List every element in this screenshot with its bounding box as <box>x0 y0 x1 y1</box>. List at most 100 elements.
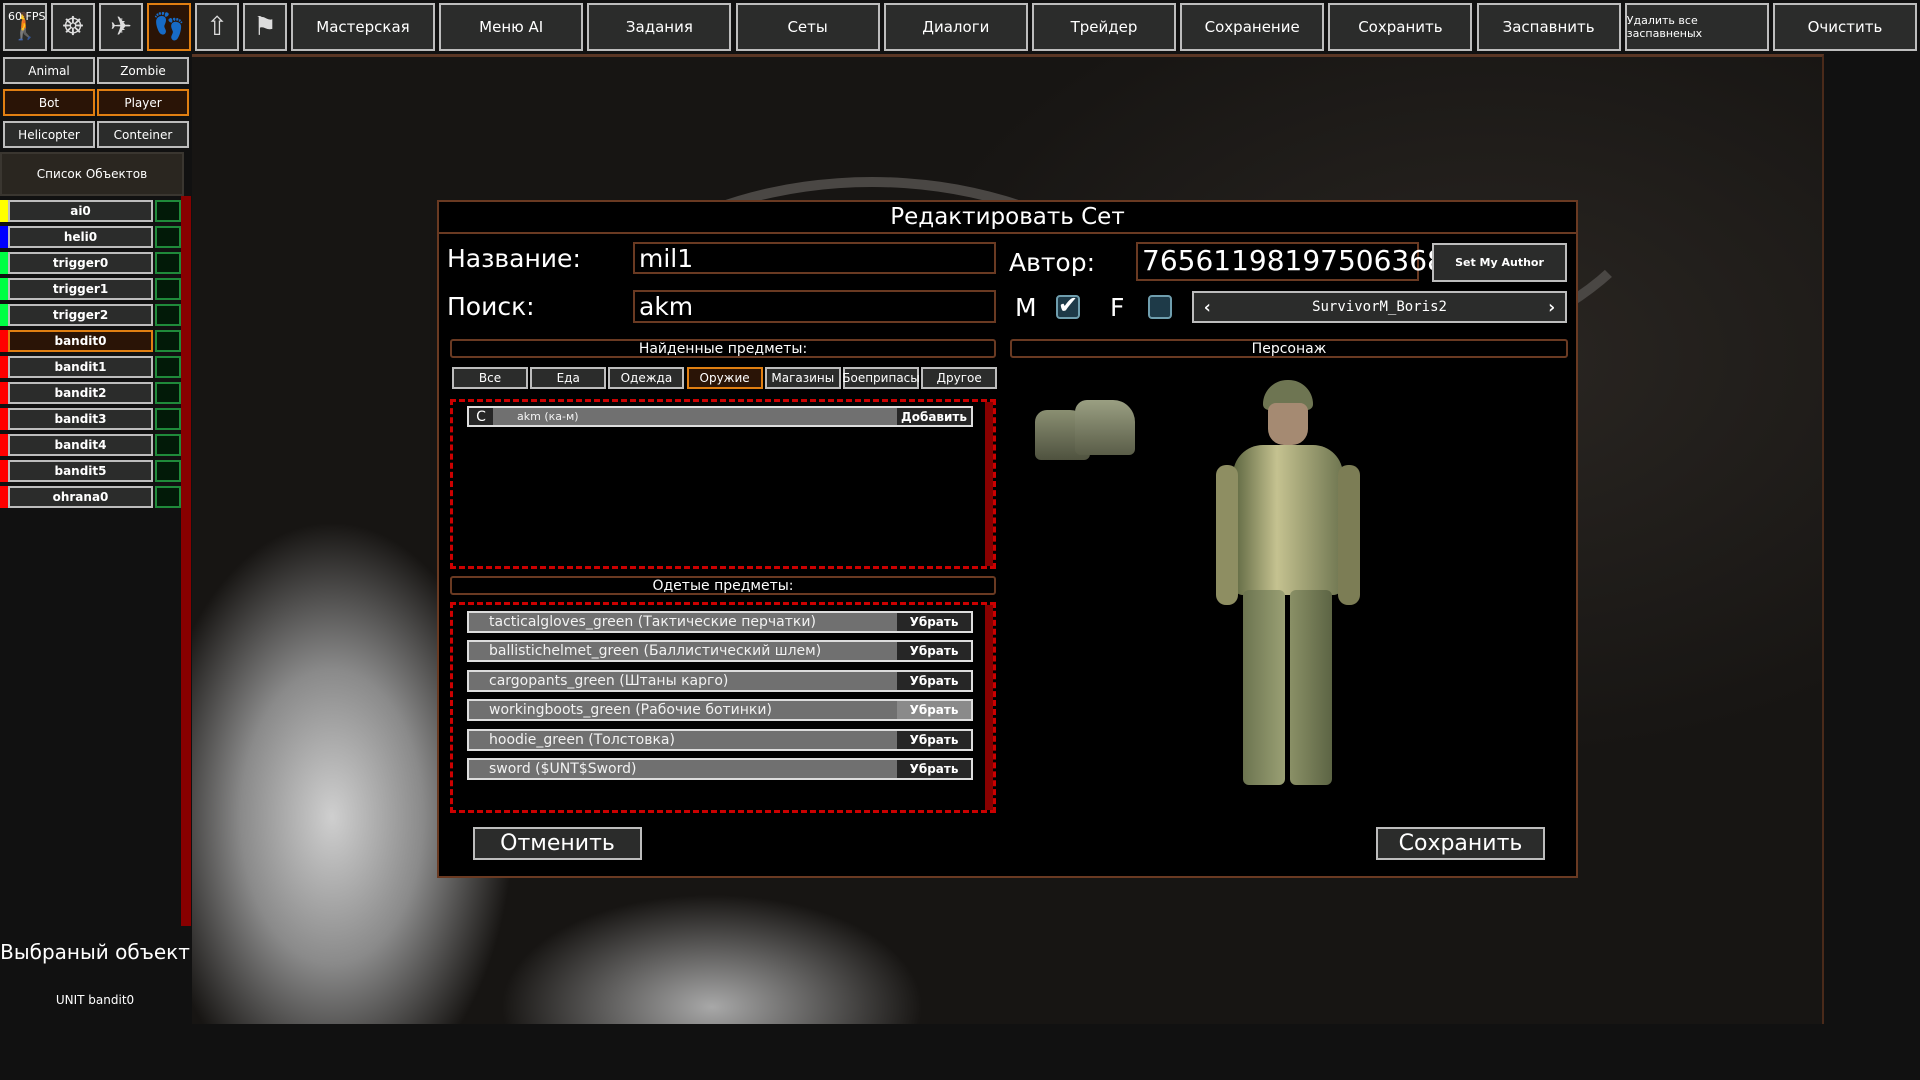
object-select-button[interactable]: bandit2 <box>8 382 153 404</box>
tab-6[interactable]: Другое <box>921 367 998 389</box>
filter-animal[interactable]: Animal <box>3 57 95 84</box>
found-item-row: C akm (ка-м) Добавить <box>467 406 973 427</box>
item-name: hoodie_green (Толстовка) <box>489 731 675 748</box>
object-list-item: bandit5 <box>0 460 181 482</box>
object-visibility-toggle[interactable] <box>155 304 181 326</box>
equipped-item-row: hoodie_green (Толстовка) Убрать <box>467 728 973 751</box>
object-select-button[interactable]: bandit0 <box>8 330 153 352</box>
toolbar-button[interactable]: Сохранение <box>1180 3 1325 51</box>
object-list-title: Список Объектов <box>0 152 184 196</box>
item-name: sword ($UNT$Sword) <box>489 761 637 777</box>
item-name: akm (ка-м) <box>517 410 579 423</box>
object-color-marker <box>0 486 8 508</box>
equipped-items-scrollbar[interactable] <box>985 605 993 810</box>
toolbar-button[interactable]: Очистить <box>1773 3 1917 51</box>
object-visibility-toggle[interactable] <box>155 434 181 456</box>
object-visibility-toggle[interactable] <box>155 486 181 508</box>
equipped-item-row: sword ($UNT$Sword) Убрать <box>467 758 973 780</box>
set-my-author-button[interactable]: Set My Author <box>1432 243 1567 282</box>
object-select-button[interactable]: bandit4 <box>8 434 153 456</box>
helicopter-tool-button[interactable]: ✈ <box>99 3 143 51</box>
character-selector[interactable]: ‹ SurvivorM_Boris2 › <box>1192 291 1567 323</box>
filter-conteiner[interactable]: Conteiner <box>97 121 189 148</box>
toolbar-button[interactable]: Задания <box>587 3 732 51</box>
object-color-marker <box>0 252 8 274</box>
character-name: SurvivorM_Boris2 <box>1312 299 1447 315</box>
filter-helicopter[interactable]: Helicopter <box>3 121 95 148</box>
item-name: ballistichelmet_green (Баллистический шл… <box>489 643 822 660</box>
brain-icon: ☸ <box>61 12 85 42</box>
object-visibility-toggle[interactable] <box>155 382 181 404</box>
object-visibility-toggle[interactable] <box>155 330 181 352</box>
object-list-item: trigger2 <box>0 304 181 326</box>
tab-1[interactable]: Еда <box>530 367 607 389</box>
flag-tool-button[interactable]: ⚑ <box>243 3 287 51</box>
object-select-button[interactable]: heli0 <box>8 226 153 248</box>
save-button[interactable]: Сохранить <box>1376 827 1545 860</box>
found-items-scrollbar[interactable] <box>985 402 993 566</box>
object-visibility-toggle[interactable] <box>155 460 181 482</box>
object-visibility-toggle[interactable] <box>155 200 181 222</box>
object-visibility-toggle[interactable] <box>155 356 181 378</box>
tab-4[interactable]: Магазины <box>764 367 841 389</box>
footprints-tool-button[interactable]: 👣 <box>147 3 191 51</box>
fps-counter: 60 FPS <box>8 10 46 23</box>
toolbar-button[interactable]: Меню AI <box>439 3 584 51</box>
filter-player[interactable]: Player <box>97 89 189 116</box>
found-items-list: C akm (ка-м) Добавить <box>450 399 996 569</box>
item-tag: C <box>469 408 493 425</box>
object-list-scrollbar[interactable] <box>181 196 191 926</box>
remove-item-button[interactable]: Убрать <box>897 671 971 690</box>
object-select-button[interactable]: bandit3 <box>8 408 153 430</box>
object-select-button[interactable]: bandit5 <box>8 460 153 482</box>
tab-0[interactable]: Все <box>452 367 528 389</box>
object-visibility-toggle[interactable] <box>155 252 181 274</box>
item-name: cargopants_green (Штаны карго) <box>489 672 729 689</box>
toolbar-button[interactable]: Сеты <box>735 3 880 51</box>
remove-item-button[interactable]: Убрать <box>897 642 971 661</box>
female-label: F <box>1110 293 1125 322</box>
tab-2[interactable]: Одежда <box>608 367 685 389</box>
object-select-button[interactable]: trigger0 <box>8 252 153 274</box>
equipped-items-list: tacticalgloves_green (Тактические перчат… <box>450 602 996 813</box>
object-list-item: trigger1 <box>0 278 181 300</box>
search-input[interactable]: akm <box>633 290 996 323</box>
toolbar-button[interactable]: Заспавнить <box>1476 3 1621 51</box>
boots-preview-image <box>1035 390 1135 465</box>
brain-tool-button[interactable]: ☸ <box>51 3 95 51</box>
tab-5[interactable]: Боеприпасы <box>842 367 920 389</box>
remove-item-button[interactable]: Убрать <box>897 613 971 631</box>
chevron-right-icon[interactable]: › <box>1546 297 1557 318</box>
object-color-marker <box>0 434 8 456</box>
toolbar-button[interactable]: Сохранить <box>1328 3 1473 51</box>
author-label: Автор: <box>1009 248 1095 277</box>
add-item-button[interactable]: Добавить <box>897 408 971 425</box>
footprints-icon: 👣 <box>152 12 186 42</box>
toolbar-button[interactable]: Диалоги <box>883 3 1028 51</box>
object-select-button[interactable]: ai0 <box>8 200 153 222</box>
toolbar-button[interactable]: Удалить все заспавненых <box>1624 3 1769 51</box>
remove-item-button[interactable]: Убрать <box>897 760 971 778</box>
cancel-button[interactable]: Отменить <box>473 827 642 860</box>
box-arrow-tool-button[interactable]: ⇧ <box>195 3 239 51</box>
author-input[interactable]: 76561198197506368 <box>1136 242 1445 281</box>
object-select-button[interactable]: trigger2 <box>8 304 153 326</box>
object-select-button[interactable]: trigger1 <box>8 278 153 300</box>
toolbar-button[interactable]: Трейдер <box>1032 3 1176 51</box>
object-visibility-toggle[interactable] <box>155 278 181 300</box>
tab-3[interactable]: Оружие <box>686 367 763 389</box>
remove-item-button[interactable]: Убрать <box>897 701 971 720</box>
object-list-item: bandit1 <box>0 356 181 378</box>
female-checkbox[interactable] <box>1148 295 1172 319</box>
chevron-left-icon[interactable]: ‹ <box>1202 297 1213 318</box>
toolbar-button[interactable]: Мастерская <box>291 3 435 51</box>
filter-zombie[interactable]: Zombie <box>97 57 189 84</box>
object-visibility-toggle[interactable] <box>155 226 181 248</box>
remove-item-button[interactable]: Убрать <box>897 730 971 749</box>
filter-bot[interactable]: Bot <box>3 89 95 116</box>
object-visibility-toggle[interactable] <box>155 408 181 430</box>
name-input[interactable]: mil1 <box>633 242 996 274</box>
object-select-button[interactable]: ohrana0 <box>8 486 153 508</box>
male-checkbox[interactable]: ✔ <box>1056 291 1080 319</box>
object-select-button[interactable]: bandit1 <box>8 356 153 378</box>
